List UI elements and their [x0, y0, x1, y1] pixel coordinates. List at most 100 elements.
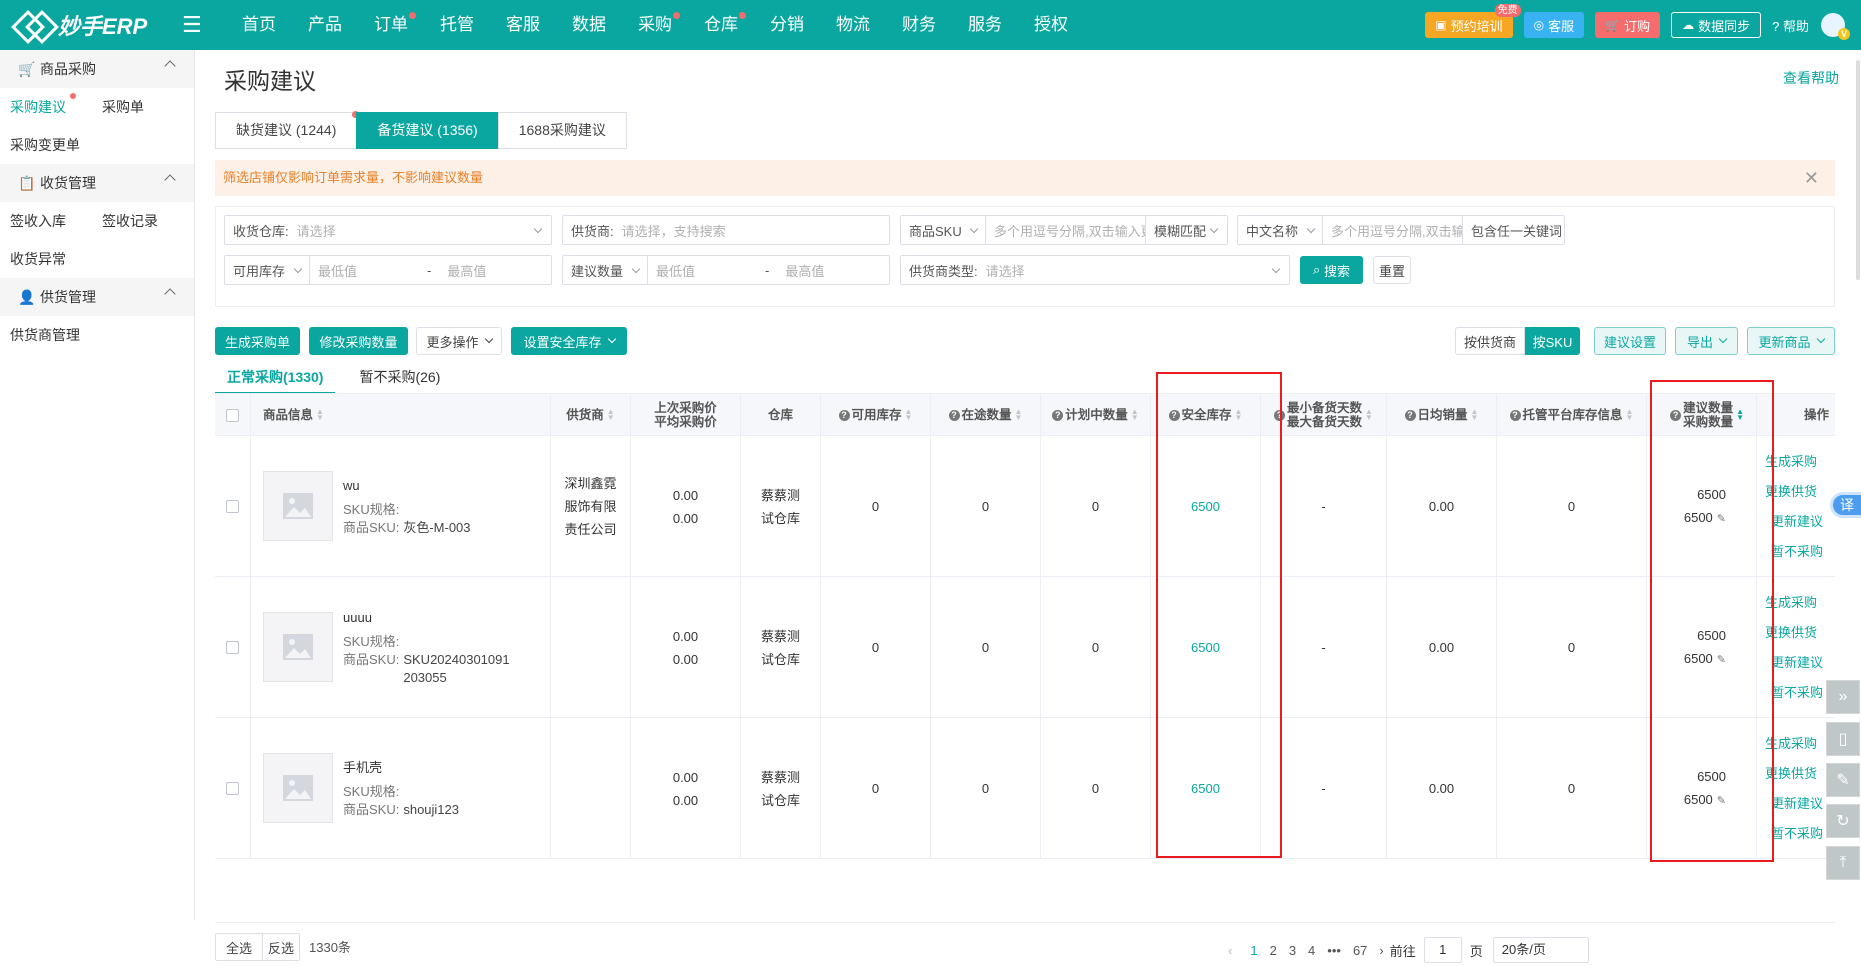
sku-input[interactable]: 多个用逗号分隔,双击输入更多: [985, 216, 1145, 244]
tab-1688[interactable]: 1688采购建议: [497, 112, 627, 149]
next-page-icon[interactable]: ›: [1379, 943, 1383, 958]
edit-icon[interactable]: ✎: [1826, 763, 1860, 797]
header-product[interactable]: 商品信息 ▲ ▼: [251, 394, 551, 436]
suggest-min-input[interactable]: 最低值 - 最高值: [647, 256, 891, 284]
translate-badge[interactable]: 译: [1830, 492, 1861, 518]
name-search-field[interactable]: 中文名称 多个用逗号分隔,双击输入更多 包含任一关键词: [1237, 215, 1565, 245]
header-planned[interactable]: ? 计划中数量 ▲ ▼: [1041, 394, 1151, 436]
sidebar-group-receiving[interactable]: 📋 收货管理: [0, 164, 194, 202]
suggest-range-field[interactable]: 建议数量 最低值 - 最高值: [562, 255, 890, 285]
header-daily-sales[interactable]: ? 日均销量 ▲ ▼: [1387, 394, 1497, 436]
page-size-select[interactable]: 20条/页: [1492, 937, 1589, 963]
product-image[interactable]: [263, 612, 333, 682]
safety-cell[interactable]: 6500: [1151, 718, 1261, 859]
nav-item[interactable]: 采购: [622, 0, 688, 50]
update-products-button[interactable]: 更新商品: [1747, 327, 1835, 355]
suggest-settings-button[interactable]: 建议设置: [1594, 327, 1666, 355]
nav-item[interactable]: 订单: [358, 0, 424, 50]
header-suggest[interactable]: ? 建议数量 采购数量 ▲ ▼: [1647, 394, 1757, 436]
mobile-icon[interactable]: ▯: [1826, 722, 1860, 756]
nav-item[interactable]: 产品: [292, 0, 358, 50]
warehouse-select[interactable]: 收货仓库: 请选择: [224, 215, 552, 245]
reset-button[interactable]: 重置: [1373, 256, 1411, 284]
nav-item[interactable]: 财务: [886, 0, 952, 50]
sidebar-item-changes[interactable]: 采购变更单: [0, 135, 120, 155]
page-number[interactable]: 2: [1270, 943, 1277, 958]
sidebar-item-orders[interactable]: 采购单: [92, 97, 184, 117]
header-transit[interactable]: ? 在途数量 ▲ ▼: [931, 394, 1041, 436]
close-icon[interactable]: ✕: [1804, 160, 1819, 196]
logo[interactable]: 妙手ERP: [14, 9, 164, 41]
header-safety[interactable]: ? 安全库存 ▲ ▼: [1151, 394, 1261, 436]
search-button[interactable]: ⌕ 搜索: [1300, 256, 1363, 284]
supplier-select[interactable]: 供货商: 请选择，支持搜索: [562, 215, 890, 245]
sync-button[interactable]: ☁ 数据同步: [1671, 12, 1762, 38]
sidebar-item-suppliers[interactable]: 供货商管理: [0, 325, 120, 345]
stock-max-input[interactable]: 最高值: [447, 261, 486, 280]
edit-pencil-icon[interactable]: ✎: [1717, 654, 1726, 666]
name-type-select[interactable]: 中文名称: [1238, 221, 1306, 240]
generate-order-link[interactable]: 生成采购: [1765, 729, 1823, 759]
update-suggest-link[interactable]: 更新建议: [1765, 789, 1823, 819]
supplier-type-select[interactable]: 供货商类型: 请选择: [900, 255, 1290, 285]
pause-purchase-link[interactable]: 暂不采购: [1765, 819, 1823, 849]
edit-pencil-icon[interactable]: ✎: [1717, 513, 1726, 525]
safety-cell[interactable]: 6500: [1151, 577, 1261, 718]
header-stock-days[interactable]: ? 最小备货天数 最大备货天数 ▲ ▼: [1261, 394, 1387, 436]
purchase-quantity[interactable]: 6500 ✎: [1684, 506, 1726, 531]
nav-item[interactable]: 物流: [820, 0, 886, 50]
page-input[interactable]: 1: [1423, 937, 1462, 963]
product-name[interactable]: wu: [343, 477, 471, 495]
row-checkbox[interactable]: [226, 500, 239, 513]
page-number[interactable]: 1: [1250, 943, 1257, 958]
nav-item[interactable]: 服务: [952, 0, 1018, 50]
back-to-top-icon[interactable]: ⤒: [1826, 846, 1860, 880]
edit-pencil-icon[interactable]: ✎: [1717, 795, 1726, 807]
keyword-mode-select[interactable]: 包含任一关键词: [1462, 216, 1566, 244]
generate-order-link[interactable]: 生成采购: [1765, 588, 1823, 618]
refresh-icon[interactable]: ↻: [1826, 804, 1860, 838]
generate-order-link[interactable]: 生成采购: [1765, 447, 1823, 477]
pause-purchase-link[interactable]: 暂不采购: [1765, 537, 1823, 567]
tab-normal-purchase[interactable]: 正常采购(1330): [215, 366, 336, 394]
suggest-type-select[interactable]: 建议数量: [563, 261, 631, 280]
name-input[interactable]: 多个用逗号分隔,双击输入更多: [1322, 216, 1462, 244]
sidebar-item-exception[interactable]: 收货异常: [0, 249, 92, 269]
suggest-max-input[interactable]: 最高值: [785, 261, 824, 280]
header-available[interactable]: ? 可用库存 ▲ ▼: [821, 394, 931, 436]
change-supplier-link[interactable]: 更换供货: [1765, 759, 1823, 789]
sidebar-item-suggest[interactable]: 采购建议: [0, 93, 92, 117]
select-all-checkbox[interactable]: [226, 408, 239, 422]
training-button[interactable]: ▣ 预约培训 免费: [1425, 4, 1521, 38]
menu-toggle-icon[interactable]: ☰: [182, 12, 208, 38]
product-name[interactable]: uuuu: [343, 609, 513, 627]
invert-selection-button[interactable]: 反选: [262, 933, 300, 961]
sidebar-item-records[interactable]: 签收记录: [92, 211, 184, 231]
page-number[interactable]: 3: [1289, 943, 1296, 958]
select-all-button[interactable]: 全选: [215, 933, 263, 961]
change-supplier-link[interactable]: 更换供货: [1765, 618, 1823, 648]
service-button[interactable]: ◎ 客服: [1523, 12, 1585, 38]
avatar[interactable]: [1821, 13, 1850, 40]
purchase-quantity[interactable]: 6500 ✎: [1684, 647, 1726, 672]
generate-order-button[interactable]: 生成采购单: [215, 327, 300, 355]
double-chevron-icon[interactable]: »: [1826, 680, 1860, 714]
page-number[interactable]: 4: [1308, 943, 1315, 958]
nav-item[interactable]: 分销: [754, 0, 820, 50]
group-by-supplier-button[interactable]: 按供货商: [1455, 327, 1525, 355]
more-actions-button[interactable]: 更多操作: [416, 327, 502, 355]
page-scrollbar[interactable]: [1856, 60, 1860, 280]
product-image[interactable]: [263, 471, 333, 541]
page-number[interactable]: •••: [1327, 943, 1341, 958]
header-supplier[interactable]: 供货商 ▲ ▼: [551, 394, 631, 436]
prev-page-icon[interactable]: ‹: [1228, 943, 1232, 958]
view-help-link[interactable]: 查看帮助: [1783, 68, 1839, 88]
stock-type-select[interactable]: 可用库存: [225, 261, 293, 280]
tab-stocking[interactable]: 备货建议 (1356): [356, 112, 499, 149]
sidebar-item-inbound[interactable]: 签收入库: [0, 211, 92, 231]
nav-item[interactable]: 客服: [490, 0, 556, 50]
modify-quantity-button[interactable]: 修改采购数量: [309, 327, 408, 355]
stock-range-field[interactable]: 可用库存 最低值 - 最高值: [224, 255, 552, 285]
nav-item[interactable]: 首页: [226, 0, 292, 50]
update-suggest-link[interactable]: 更新建议: [1765, 648, 1823, 678]
